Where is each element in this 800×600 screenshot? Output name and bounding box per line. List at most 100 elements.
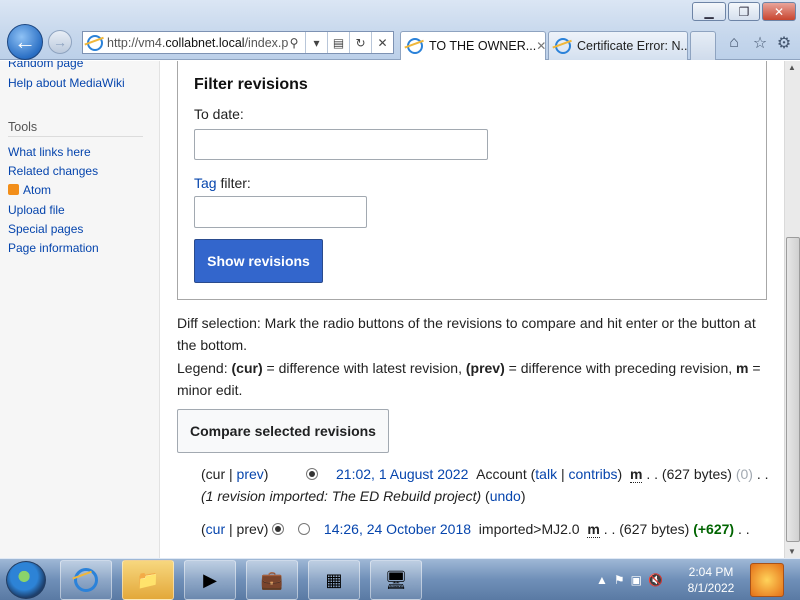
tools-heading: Tools (8, 120, 38, 134)
tag-filter-label: Tag filter: (194, 175, 251, 191)
action-center-flag-icon[interactable]: ⚑ (614, 573, 625, 587)
prev-link[interactable]: prev (237, 466, 264, 482)
remote-desktop-taskbar-icon[interactable]: 🖥 (370, 560, 422, 600)
revision-user: imported>MJ2.0 (478, 521, 580, 537)
revision-date-link[interactable]: 14:26, 24 October 2018 (324, 521, 471, 537)
revision-size-change: (0) (735, 466, 753, 482)
legend-m: m (736, 360, 749, 376)
scroll-down-icon[interactable]: ▼ (788, 547, 796, 556)
filter-title: Filter revisions (194, 76, 308, 93)
system-tray: ▲ ⚑ ▣ 🔇 (596, 567, 663, 593)
page-content: Random page Help about MediaWiki Tools W… (0, 61, 784, 558)
legend-cur: (cur) (231, 360, 263, 376)
scrollbar-thumb[interactable] (786, 237, 800, 542)
volume-muted-icon[interactable]: 🔇 (648, 573, 663, 587)
filter-revisions-box: Filter revisions To date: Tag filter: Sh… (177, 61, 767, 300)
new-tab-button[interactable] (690, 31, 716, 60)
user-picture-icon[interactable] (750, 563, 784, 597)
revision-user[interactable]: Account (476, 466, 527, 482)
sidebar: Random page Help about MediaWiki Tools W… (0, 61, 160, 558)
cur-link[interactable]: cur (206, 521, 225, 537)
revision-size: (627 bytes) (661, 466, 732, 482)
windows-taskbar: 📁 ▶ 💼 ▦ 🖥 ▲ ⚑ ▣ 🔇 2:04 PM 8/1/2022 (0, 558, 800, 600)
revision-row: (cur | prev) 21:02, 1 August 2022 Accoun… (201, 466, 769, 483)
tab-title: Certificate Error: N... (577, 39, 688, 53)
sidebar-item-random-page[interactable]: Random page (8, 61, 83, 70)
talk-link[interactable]: talk (535, 466, 557, 482)
back-button[interactable]: ← (7, 24, 43, 60)
revision-date-link[interactable]: 21:02, 1 August 2022 (336, 466, 468, 482)
refresh-icon[interactable]: ↻ (349, 32, 371, 53)
media-player-taskbar-icon[interactable]: ▶ (184, 560, 236, 600)
control-panel-taskbar-icon[interactable]: ▦ (308, 560, 360, 600)
revision-comment: (1 revision imported: The ED Rebuild pro… (201, 488, 482, 504)
start-button[interactable] (6, 561, 46, 599)
scroll-up-icon[interactable]: ▲ (788, 63, 796, 72)
tag-filter-text: filter: (216, 175, 251, 191)
divider (8, 136, 143, 137)
tag-filter-input[interactable] (194, 196, 367, 228)
to-date-input[interactable] (194, 129, 488, 160)
rss-feed-icon (8, 184, 19, 195)
address-bar[interactable]: http://vm4. collabnet.local/index.p ⚲ ▾ ▤… (82, 31, 394, 54)
home-icon[interactable]: ⌂ (724, 33, 744, 53)
prev-text: prev (236, 521, 264, 537)
legend-prev-desc: = difference with preceding revision, (504, 360, 737, 376)
sidebar-item-upload-file[interactable]: Upload file (8, 203, 65, 217)
legend-prefix: Legend: (177, 360, 232, 376)
toolbox-taskbar-icon[interactable]: 💼 (246, 560, 298, 600)
sidebar-item-page-information[interactable]: Page information (8, 241, 99, 255)
show-revisions-button[interactable]: Show revisions (194, 239, 323, 283)
maximize-button[interactable]: ❐ (728, 2, 760, 21)
address-prefix: http://vm4. (107, 35, 166, 50)
legend-cur-desc: = difference with latest revision, (262, 360, 466, 376)
cur-text: cur (205, 466, 226, 482)
legend-prev: (prev) (465, 360, 505, 376)
revision-comment-row: (1 revision imported: The ED Rebuild pro… (201, 488, 526, 504)
contribs-link[interactable]: contribs (569, 466, 618, 482)
compatibility-view-icon[interactable]: ▤ (327, 32, 349, 53)
sidebar-item-special-pages[interactable]: Special pages (8, 222, 83, 236)
file-explorer-taskbar-icon[interactable]: 📁 (122, 560, 174, 600)
ie-tab-icon (407, 38, 423, 54)
dropdown-icon[interactable]: ▾ (305, 32, 327, 53)
address-suffix: /index.p (244, 35, 289, 50)
to-date-label: To date: (194, 106, 244, 122)
sidebar-item-help[interactable]: Help about MediaWiki (8, 76, 125, 90)
main-content: Filter revisions To date: Tag filter: Sh… (161, 61, 784, 558)
legend-text: Legend: (cur) = difference with latest r… (177, 357, 772, 401)
network-icon[interactable]: ▣ (631, 573, 642, 587)
clock-time: 2:04 PM (688, 565, 734, 579)
search-icon[interactable]: ⚲ (283, 32, 305, 53)
stop-icon[interactable]: ✕ (371, 32, 393, 53)
vertical-scrollbar[interactable]: ▲ ▼ (784, 61, 800, 558)
forward-arrow-icon: → (53, 34, 67, 50)
sidebar-item-related-changes[interactable]: Related changes (8, 164, 98, 178)
taskbar-clock[interactable]: 2:04 PM 8/1/2022 (676, 564, 746, 596)
tab-title: TO THE OWNER... (429, 39, 537, 53)
undo-link[interactable]: undo (490, 488, 521, 504)
minor-edit-flag: m (587, 521, 600, 538)
revision-size-change: (+627) (693, 521, 735, 537)
show-hidden-icons-icon[interactable]: ▲ (596, 573, 608, 587)
sidebar-item-what-links-here[interactable]: What links here (8, 145, 91, 159)
tag-link[interactable]: Tag (194, 175, 217, 191)
compare-selected-revisions-button[interactable]: Compare selected revisions (177, 409, 389, 453)
sidebar-item-atom[interactable]: Atom (23, 183, 51, 197)
minimize-button[interactable]: ▁ (692, 2, 726, 21)
internet-explorer-taskbar-icon[interactable] (60, 560, 112, 600)
forward-button[interactable]: → (48, 30, 72, 54)
minor-edit-flag: m (630, 466, 643, 483)
revision-radio-old[interactable] (306, 468, 319, 480)
revision-radio-new[interactable] (298, 523, 311, 535)
revision-radio-old[interactable] (272, 523, 285, 535)
tools-gear-icon[interactable]: ⚙ (774, 33, 794, 53)
revision-size: (627 bytes) (619, 521, 690, 537)
tab-certificate-error[interactable]: Certificate Error: N... (548, 31, 688, 60)
revision-row: (cur | prev) 14:26, 24 October 2018 impo… (201, 521, 750, 538)
close-window-button[interactable]: ✕ (762, 2, 796, 21)
close-tab-icon[interactable]: ✕ (536, 39, 545, 53)
favorites-star-icon[interactable]: ☆ (750, 33, 770, 53)
tab-active[interactable]: TO THE OWNER... ✕ (400, 31, 546, 60)
back-arrow-icon: ← (14, 29, 36, 54)
